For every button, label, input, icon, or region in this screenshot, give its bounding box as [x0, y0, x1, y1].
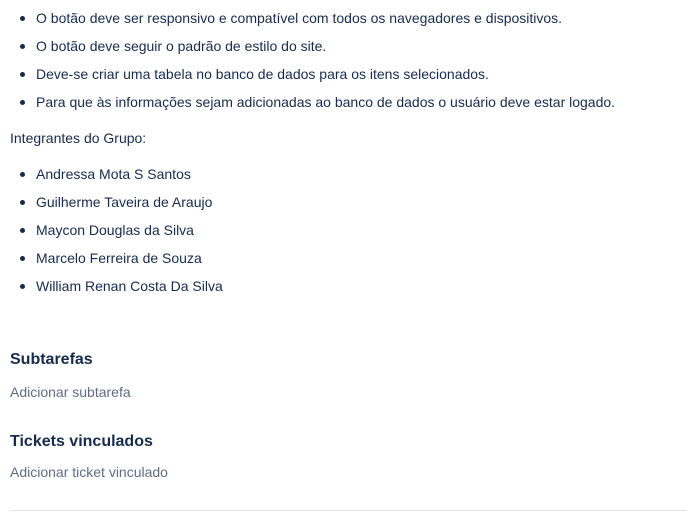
- requirement-item: Deve-se criar uma tabela no banco de dad…: [0, 60, 615, 88]
- requirements-list: O botão deve ser responsivo e compatível…: [0, 4, 615, 116]
- requirement-item: O botão deve seguir o padrão de estilo d…: [0, 32, 615, 60]
- requirement-item: O botão deve ser responsivo e compatível…: [0, 4, 615, 32]
- section-divider: [10, 510, 687, 511]
- member-item: Andressa Mota S Santos: [0, 160, 223, 188]
- group-label: Integrantes do Grupo:: [10, 130, 147, 146]
- member-item: Guilherme Taveira de Araujo: [0, 188, 223, 216]
- subtasks-heading: Subtarefas: [10, 351, 93, 368]
- add-subtask-button[interactable]: Adicionar subtarefa: [10, 382, 131, 402]
- member-item: William Renan Costa Da Silva: [0, 272, 223, 300]
- group-members-list: Andressa Mota S Santos Guilherme Taveira…: [0, 160, 223, 300]
- linked-tickets-heading: Tickets vinculados: [10, 433, 153, 450]
- add-linked-ticket-button[interactable]: Adicionar ticket vinculado: [10, 462, 168, 482]
- member-item: Maycon Douglas da Silva: [0, 216, 223, 244]
- member-item: Marcelo Ferreira de Souza: [0, 244, 223, 272]
- requirement-item: Para que às informações sejam adicionada…: [0, 88, 615, 116]
